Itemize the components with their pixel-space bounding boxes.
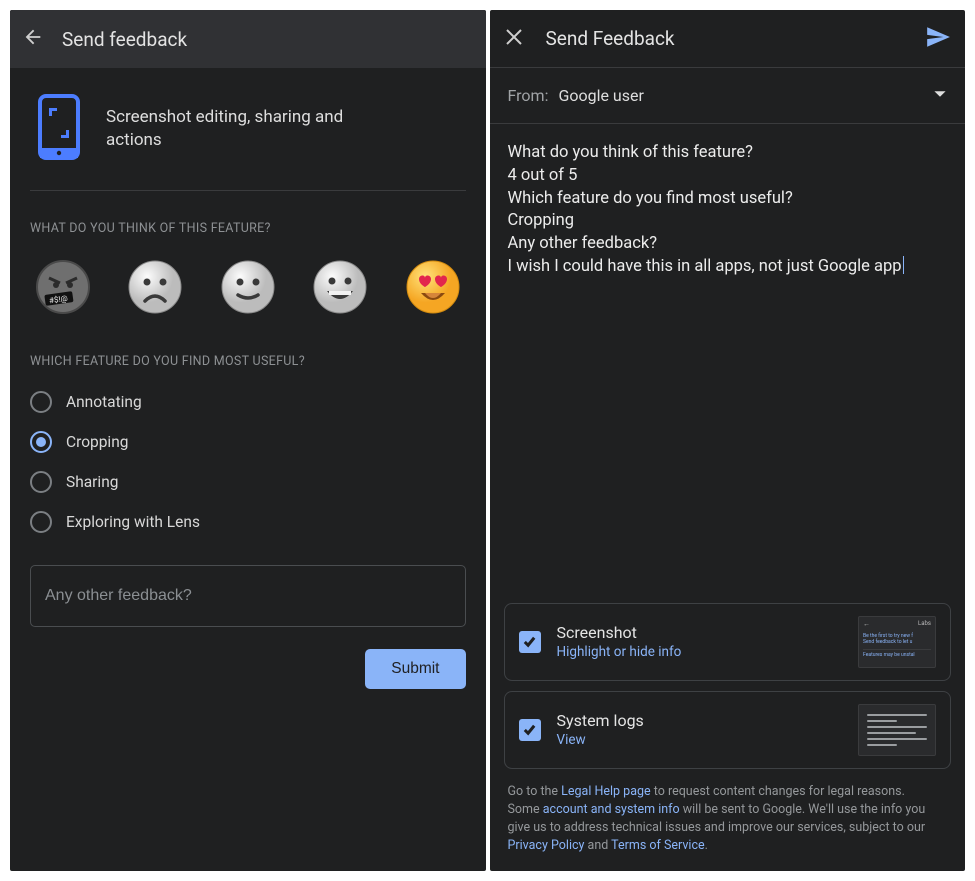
radio-cropping[interactable]: Cropping (30, 429, 466, 455)
other-feedback-input[interactable] (45, 587, 451, 605)
back-icon[interactable] (22, 26, 44, 52)
question-2-label: WHICH FEATURE DO YOU FIND MOST USEFUL? (30, 354, 466, 369)
radio-annotating[interactable]: Annotating (30, 389, 466, 415)
screenshot-subtitle: Highlight or hide info (557, 644, 843, 660)
from-row[interactable]: From: Google user (490, 68, 966, 124)
from-value: Google user (558, 86, 933, 105)
screenshot-title: Screenshot (557, 623, 843, 642)
systemlogs-title: System logs (557, 711, 843, 730)
radio-sharing[interactable]: Sharing (30, 469, 466, 495)
radio-exploring-lens[interactable]: Exploring with Lens (30, 509, 466, 535)
feedback-message[interactable]: What do you think of this feature? 4 out… (490, 124, 966, 603)
rating-1-angry[interactable]: #$!@ (34, 258, 92, 316)
legal-text: Go to the Legal Help page to request con… (490, 769, 966, 872)
legal-help-link[interactable]: Legal Help page (561, 784, 651, 799)
rating-row: #$!@ (30, 258, 466, 316)
rating-3-neutral[interactable] (219, 258, 277, 316)
left-screen: Send feedback Screenshot editing, sharin… (10, 10, 486, 871)
screenshot-editing-icon (34, 94, 84, 164)
account-system-info-link[interactable]: account and system info (543, 802, 680, 817)
send-icon[interactable] (925, 24, 951, 54)
screenshot-thumbnail: ←Labs Be the first to try new f Send fee… (858, 616, 936, 668)
left-header: Send feedback (10, 10, 486, 68)
hero-text: Screenshot editing, sharing and actions (106, 106, 366, 152)
right-screen: Send Feedback From: Google user What do … (490, 10, 966, 871)
hero-row: Screenshot editing, sharing and actions (30, 86, 466, 191)
systemlogs-subtitle: View (557, 732, 843, 748)
rating-2-sad[interactable] (126, 258, 184, 316)
other-feedback-field[interactable] (30, 565, 466, 627)
close-icon[interactable] (504, 27, 524, 51)
from-label: From: (508, 86, 549, 105)
left-header-title: Send feedback (62, 28, 187, 51)
checkbox-screenshot[interactable] (519, 631, 541, 653)
checkbox-systemlogs[interactable] (519, 719, 541, 741)
systemlogs-thumbnail (858, 704, 936, 756)
chevron-down-icon (933, 86, 947, 105)
attachment-systemlogs[interactable]: System logs View (504, 691, 952, 769)
feedback-message-text: What do you think of this feature? 4 out… (508, 143, 902, 276)
submit-button[interactable]: Submit (365, 649, 465, 689)
attachment-screenshot[interactable]: Screenshot Highlight or hide info ←Labs … (504, 603, 952, 681)
privacy-policy-link[interactable]: Privacy Policy (508, 838, 585, 853)
right-header-title: Send Feedback (546, 27, 904, 50)
right-header: Send Feedback (490, 10, 966, 68)
question-1-label: WHAT DO YOU THINK OF THIS FEATURE? (30, 221, 466, 236)
terms-of-service-link[interactable]: Terms of Service (611, 838, 704, 853)
rating-5-love[interactable] (404, 258, 462, 316)
text-cursor (903, 256, 904, 274)
feature-radio-group: Annotating Cropping Sharing Exploring wi… (30, 389, 466, 535)
rating-4-happy[interactable] (311, 258, 369, 316)
